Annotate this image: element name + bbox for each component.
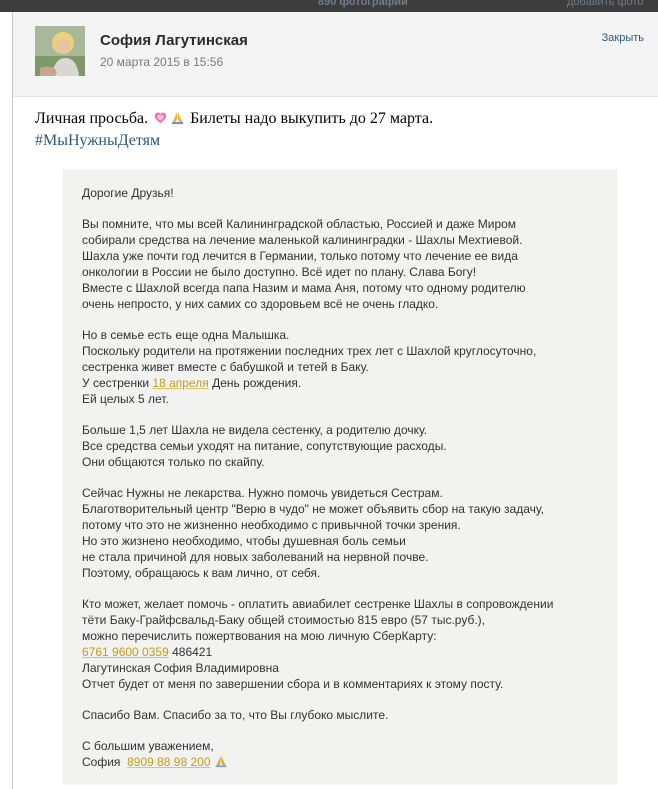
note-line: Все средства семьи уходят на питание, со… xyxy=(82,439,447,453)
note-line: потому что это не жизненно необходимо с … xyxy=(82,518,461,532)
author-name[interactable]: София Лагутинская xyxy=(100,32,248,49)
note-line: Но в семье есть еще одна Малышка. xyxy=(82,328,290,342)
thanks-line: Спасибо Вам. Спасибо за то, что Вы глубо… xyxy=(82,708,389,722)
card-number-highlight: 6761 9600 0359 xyxy=(82,645,169,659)
praying-hands-icon xyxy=(171,111,184,125)
post-text-start: Личная просьба. xyxy=(35,110,149,127)
post-text: Личная просьба. Билеты надо выкупить до … xyxy=(35,108,635,152)
note-line: тёти Баку-Грайфсвальд-Баку общей стоимос… xyxy=(82,613,485,627)
note-text: Дорогие Друзья! Вы помните, что мы всей … xyxy=(82,185,607,785)
praying-hands-icon xyxy=(215,755,226,768)
avatar[interactable] xyxy=(35,26,85,76)
note-line: Вместе с Шахлой всегда папа Назим и мама… xyxy=(82,281,526,295)
post-popup: София Лагутинская 20 марта 2015 в 15:56 … xyxy=(12,12,658,789)
note-line: можно перечислить пожертвования на мою л… xyxy=(82,629,437,643)
post-header: София Лагутинская 20 марта 2015 в 15:56 … xyxy=(13,12,658,97)
note-line: онкологии в России не было доступно. Всё… xyxy=(82,265,477,279)
note-line: Поэтому, обращаюсь к вам лично, от себя. xyxy=(82,566,321,580)
birthday-after: День рождения. xyxy=(212,376,302,390)
phone-number: 8909 88 98 200 xyxy=(127,755,211,769)
birthday-before: У сестренки xyxy=(82,376,150,390)
note-line: сестренка живет вместе с бабушкой и тете… xyxy=(82,360,369,374)
post-text-end: Билеты надо выкупить до 27 марта. xyxy=(190,110,434,127)
avatar-photo xyxy=(35,26,85,76)
note-line: не стала причиной для новых заболеваний … xyxy=(82,550,429,564)
note-image: Дорогие Друзья! Вы помните, что мы всей … xyxy=(63,170,617,784)
note-line: Кто может, желает помочь - оплатить авиа… xyxy=(82,597,554,611)
card-owner: Лагутинская София Владимировна xyxy=(82,661,279,675)
birthday-line: У сестренки 18 апреля День рождения. xyxy=(82,375,607,391)
report-note: Отчет будет от меня по завершении сбора … xyxy=(82,677,504,691)
note-line: Они общаются только по скайпу. xyxy=(82,455,265,469)
birthday-date: 18 апреля xyxy=(152,376,209,390)
note-line: Поскольку родители на протяжении последн… xyxy=(82,344,537,358)
post-date[interactable]: 20 марта 2015 в 15:56 xyxy=(100,55,223,69)
card-line: 6761 9600 0359 486421 xyxy=(82,644,607,660)
note-line: Вы помните, что мы всей Калининградской … xyxy=(82,217,517,231)
photos-count: 890 фотографий xyxy=(318,0,408,8)
note-greeting: Дорогие Друзья! xyxy=(82,186,174,200)
note-line: очень непросто, у них самих со здоровьем… xyxy=(82,297,439,311)
note-line: Шахла уже почти год лечится в Германии, … xyxy=(82,249,518,263)
signature-line: София 8909 88 98 200 xyxy=(82,754,607,770)
note-line: Но это жизнено необходимо, чтобы душевна… xyxy=(82,534,406,548)
note-line: Больше 1,5 лет Шахла не видела сестенку,… xyxy=(82,423,428,437)
add-photo-link[interactable]: добавить фото xyxy=(567,0,643,8)
card-number-rest: 486421 xyxy=(172,645,213,659)
sign-name: София xyxy=(82,755,121,769)
heart-icon xyxy=(154,112,167,124)
note-line: собирали средства на лечение маленькой к… xyxy=(82,233,523,247)
regards-line: С большим уважением, xyxy=(82,739,214,753)
background-page-strip: 890 фотографий добавить фото xyxy=(0,0,658,12)
note-line: Сейчас Нужны не лекарства. Нужно помочь … xyxy=(82,486,443,500)
hashtag-link[interactable]: #МыНужныДетям xyxy=(35,132,160,149)
close-button[interactable]: Закрыть xyxy=(602,32,644,44)
note-line: Ей целых 5 лет. xyxy=(82,392,169,406)
note-line: Благотворительный центр "Верю в чудо" не… xyxy=(82,502,545,516)
